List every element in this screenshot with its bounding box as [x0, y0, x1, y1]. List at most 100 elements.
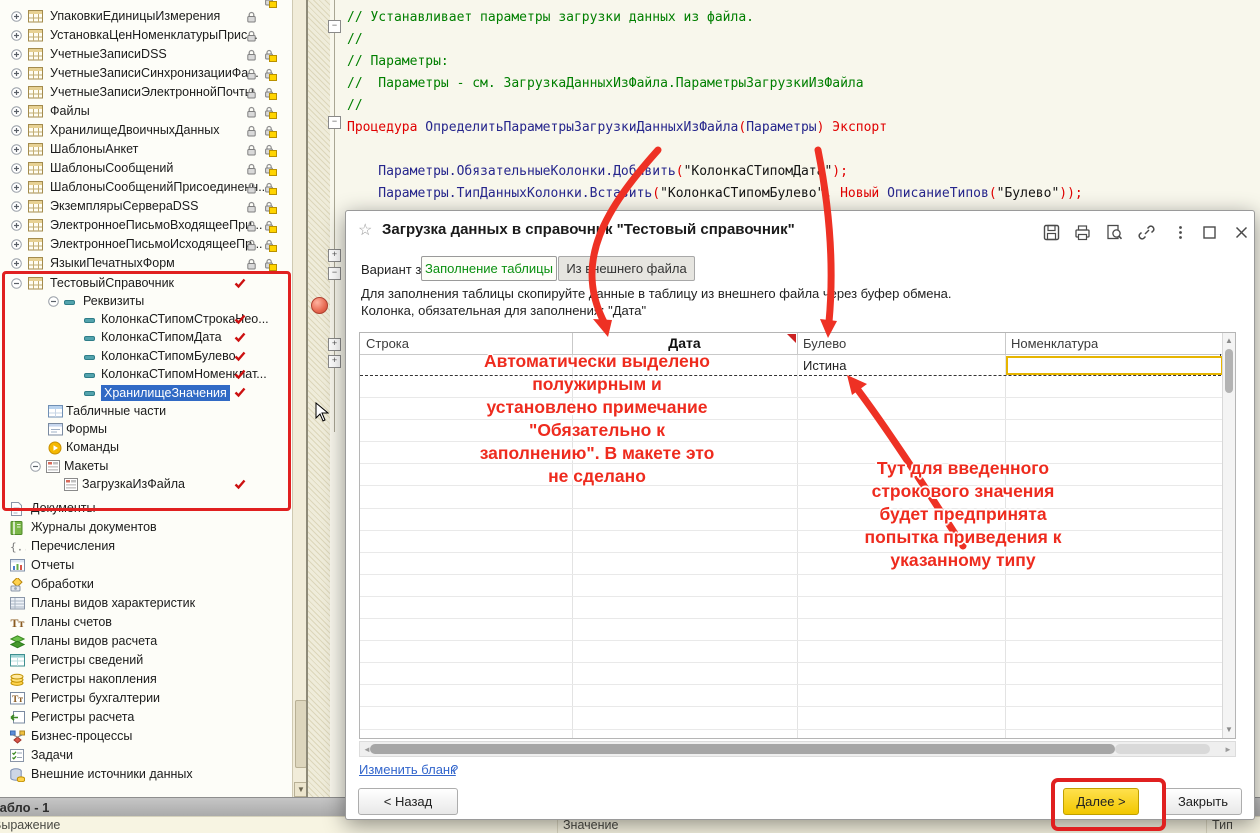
tree-item-Макеты[interactable]: Макеты [0, 457, 292, 476]
expander-plus-icon[interactable] [11, 49, 22, 63]
breakpoint-margin[interactable] [308, 0, 330, 797]
expander-plus-icon[interactable] [11, 11, 22, 25]
expander-plus-icon[interactable] [11, 201, 22, 215]
code-line[interactable]: // Параметры: [347, 52, 449, 72]
code-line[interactable]: // [347, 96, 363, 116]
tree-item-Обработки[interactable]: Обработки [0, 575, 292, 594]
expander-plus-icon[interactable] [11, 125, 22, 139]
tree-scrollbar[interactable]: ▼ [292, 0, 307, 797]
expander-plus-icon[interactable] [11, 30, 22, 44]
vscroll-up-icon[interactable]: ▲ [1223, 336, 1235, 345]
tree-item-Планы-счетов[interactable]: ТтПланы счетов [0, 613, 292, 632]
tree-item-Табличные-части[interactable]: Табличные части [0, 402, 292, 421]
tree-item-Команды[interactable]: Команды [0, 438, 292, 457]
close-icon[interactable] [1233, 224, 1253, 244]
close-button[interactable]: Закрыть [1164, 788, 1242, 815]
tree-item-ХранилищеЗначения[interactable]: ХранилищеЗначения [0, 383, 292, 402]
tree-item-КолонкаСТипомНоменклат-[interactable]: КолонкаСТипомНоменклат... [0, 365, 292, 384]
tree-item-Регистры-бухгалтерии[interactable]: ТтРегистры бухгалтерии [0, 689, 292, 708]
breakpoint-icon[interactable] [311, 297, 328, 314]
tab-fill-table[interactable]: Заполнение таблицы [421, 256, 557, 281]
more-icon[interactable] [1172, 224, 1192, 244]
back-button[interactable]: < Назад [358, 788, 458, 815]
cell-bulevo-value[interactable]: Истина [803, 358, 846, 373]
fold-plus-icon[interactable]: + [328, 338, 341, 351]
tree-item-Внешние-источники-данных[interactable]: Внешние источники данных [0, 765, 292, 784]
tree-item-УчетныеЗаписиЭлектроннойПочты[interactable]: УчетныеЗаписиЭлектроннойПочты [0, 83, 292, 102]
expander-plus-icon[interactable] [11, 258, 22, 272]
fold-plus-icon[interactable]: + [328, 355, 341, 368]
metadata-tree[interactable]: УпаковкиЕдиницыИзмеренияУстановкаЦенНоме… [0, 0, 292, 797]
expander-plus-icon[interactable] [11, 144, 22, 158]
column-header-2[interactable]: Булево [803, 333, 846, 354]
tree-item-КолонкаСТипомБулево[interactable]: КолонкаСТипомБулево [0, 347, 292, 366]
link-icon[interactable] [1138, 224, 1158, 244]
fold-minus-icon[interactable]: − [328, 116, 341, 129]
expander-plus-icon[interactable] [11, 106, 22, 120]
expander-plus-icon[interactable] [11, 182, 22, 196]
tree-item-ХранилищеДвоичныхДанных[interactable]: ХранилищеДвоичныхДанных [0, 121, 292, 140]
tree-item-ТестовыйСправочник[interactable]: ТестовыйСправочник [0, 274, 292, 293]
tree-item-КолонкаСТипомСтрокаНео-[interactable]: КолонкаСТипомСтрокаНео... [0, 310, 292, 329]
preview-icon[interactable] [1106, 224, 1126, 244]
favorite-star-icon[interactable]: ☆ [358, 220, 372, 240]
tree-item-Документы[interactable]: Документы [0, 499, 292, 518]
tree-item-ШаблоныСообщений[interactable]: ШаблоныСообщений [0, 159, 292, 178]
tree-item-Задачи[interactable]: Задачи [0, 746, 292, 765]
tree-item-УпаковкиЕдиницыИзмерения[interactable]: УпаковкиЕдиницыИзмерения [0, 7, 292, 26]
vscroll-down-icon[interactable]: ▼ [1223, 725, 1235, 734]
tree-item-ЭлектронноеПисьмоИсходящееПр-[interactable]: ЭлектронноеПисьмоИсходящееПр... [0, 235, 292, 254]
tree-item-КолонкаСТипомДата[interactable]: КолонкаСТипомДата [0, 328, 292, 347]
expander-plus-icon[interactable] [11, 239, 22, 253]
data-table[interactable]: СтрокаДатаБулевоНоменклатураИстина ▲ ▼ [359, 332, 1236, 739]
fold-minus-icon[interactable]: − [328, 267, 341, 280]
tree-item-ЭкземплярыСервераDSS[interactable]: ЭкземплярыСервераDSS [0, 197, 292, 216]
hscroll-thumb[interactable] [370, 744, 1115, 754]
tree-item-ЯзыкиПечатныхФорм[interactable]: ЯзыкиПечатныхФорм [0, 254, 292, 273]
tab-from-file[interactable]: Из внешнего файла [558, 256, 695, 281]
tree-item-Бизнес-процессы[interactable]: Бизнес-процессы [0, 727, 292, 746]
tree-item-УчетныеЗаписиDSS[interactable]: УчетныеЗаписиDSS [0, 45, 292, 64]
hscroll-right-icon[interactable]: ► [1224, 744, 1232, 755]
tree-item-Планы-видов-расчета[interactable]: Планы видов расчета [0, 632, 292, 651]
column-header-1[interactable]: Дата [572, 333, 797, 354]
expander-plus-icon[interactable] [11, 87, 22, 101]
code-line[interactable]: Процедура ОпределитьПараметрыЗагрузкиДан… [347, 118, 887, 138]
tree-item-Реквизиты[interactable]: Реквизиты [0, 292, 292, 311]
fold-minus-icon[interactable]: − [328, 20, 341, 33]
vscroll-thumb[interactable] [1225, 349, 1233, 393]
edit-form-link[interactable]: Изменить бланк [359, 762, 456, 777]
tree-item-Отчеты[interactable]: Отчеты [0, 556, 292, 575]
tree-item-ШаблоныАнкет[interactable]: ШаблоныАнкет [0, 140, 292, 159]
tree-item-Файлы[interactable]: Файлы [0, 102, 292, 121]
table-vscrollbar[interactable]: ▲ ▼ [1222, 333, 1235, 738]
save-icon[interactable] [1043, 224, 1063, 244]
tree-item-Формы[interactable]: Формы [0, 420, 292, 439]
next-button[interactable]: Далее > [1063, 788, 1139, 815]
expander-minus-icon[interactable] [30, 461, 41, 475]
expander-plus-icon[interactable] [11, 163, 22, 177]
code-line[interactable]: // Параметры - см. ЗагрузкаДанныхИзФайла… [347, 74, 864, 94]
tree-item-УчетныеЗаписиСинхронизацииФа-[interactable]: УчетныеЗаписиСинхронизацииФа... [0, 64, 292, 83]
tree-item-Планы-видов-характеристик[interactable]: Планы видов характеристик [0, 594, 292, 613]
tree-item-Регистры-расчета[interactable]: Регистры расчета [0, 708, 292, 727]
code-line[interactable]: Параметры.ТипДанныхКолонки.Вставить("Кол… [347, 184, 1083, 204]
tree-item-ШаблоныСообщенийПрисоединенн-[interactable]: ШаблоныСообщенийПрисоединенн... [0, 178, 292, 197]
table-hscrollbar[interactable]: ◄ ► [359, 741, 1236, 757]
tree-item-УстановкаЦенНоменклатурыПрис-[interactable]: УстановкаЦенНоменклатурыПрис... [0, 26, 292, 45]
active-cell[interactable] [1006, 356, 1223, 375]
help-link[interactable]: ? [451, 762, 458, 777]
tree-item-ЭлектронноеПисьмоВходящееПри-[interactable]: ЭлектронноеПисьмоВходящееПри... [0, 216, 292, 235]
print-icon[interactable] [1074, 224, 1094, 244]
expander-plus-icon[interactable] [11, 220, 22, 234]
maximize-icon[interactable] [1201, 224, 1221, 244]
tree-item-Перечисления[interactable]: {..}Перечисления [0, 537, 292, 556]
column-header-3[interactable]: Номенклатура [1011, 333, 1098, 354]
fold-plus-icon[interactable]: + [328, 249, 341, 262]
code-line[interactable]: // Устанавливает параметры загрузки данн… [347, 8, 754, 28]
expander-minus-icon[interactable] [48, 296, 59, 310]
code-line[interactable]: // [347, 30, 363, 50]
tree-item-ЗагрузкаИзФайла[interactable]: ЗагрузкаИзФайла [0, 475, 292, 494]
tree-item-Регистры-накопления[interactable]: Регистры накопления [0, 670, 292, 689]
code-line[interactable]: Параметры.ОбязательныеКолонки.Добавить("… [347, 162, 848, 182]
